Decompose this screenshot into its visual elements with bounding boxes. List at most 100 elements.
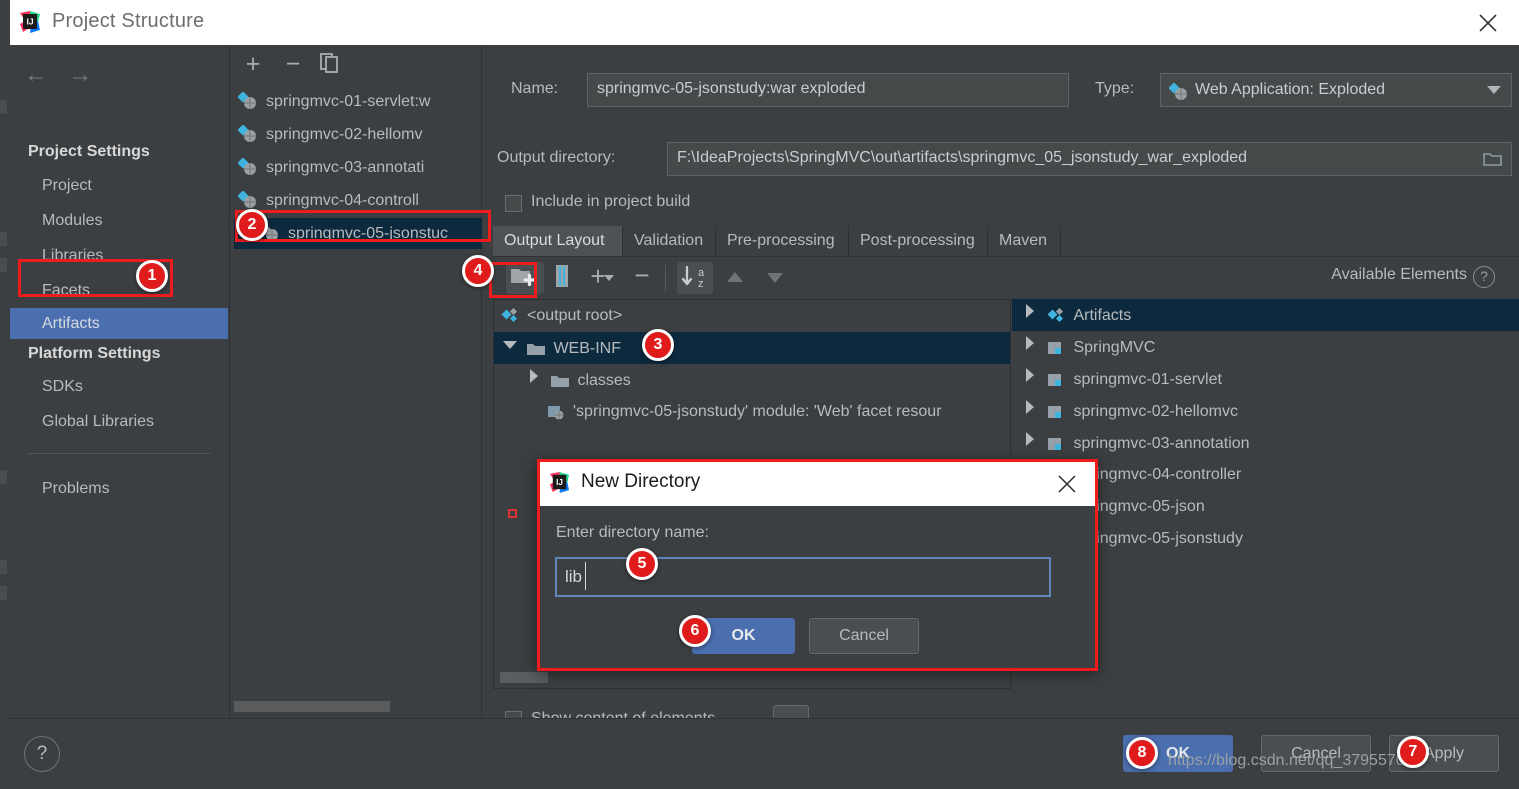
sidebar-item-modules[interactable]: Modules (10, 205, 228, 236)
sidebar-group-platform-settings: Platform Settings (28, 345, 161, 362)
svg-text:IJ: IJ (26, 17, 33, 27)
new-directory-title: New Directory (581, 471, 701, 492)
sidebar-item-facets[interactable]: Facets (10, 275, 228, 306)
svg-text:IJ: IJ (556, 478, 563, 487)
tree-row-output-root[interactable]: <output root> (494, 300, 1010, 332)
sidebar-item-sdks[interactable]: SDKs (10, 371, 228, 402)
artifacts-list-panel: + − springmvc-01-servlet:w springmvc-02-… (229, 45, 482, 718)
artifact-item-label: springmvc-05-jsonstuc (288, 225, 449, 242)
include-in-build-checkbox[interactable] (505, 195, 522, 212)
chevron-right-icon[interactable] (1018, 331, 1042, 363)
forward-arrow-icon[interactable]: → (60, 60, 100, 90)
artifact-type-value: Web Application: Exploded (1195, 81, 1386, 98)
navigation-arrows: ← → (16, 60, 106, 90)
web-artifact-icon (237, 189, 260, 208)
web-facet-icon (546, 400, 566, 432)
tree-row-label: 'springmvc-05-jsonstudy' module: 'Web' f… (573, 403, 942, 420)
sidebar-item-problems[interactable]: Problems (10, 473, 228, 504)
type-label: Type: (1095, 80, 1135, 97)
sidebar-item-project[interactable]: Project (10, 170, 228, 201)
available-row-label: pringmvc-05-json (1082, 498, 1205, 515)
output-layout-toolbar: + − a z Available Elements ? (493, 259, 1519, 299)
move-down-button[interactable] (759, 262, 791, 294)
available-row-label: pringmvc-04-controller (1082, 466, 1242, 483)
add-copy-of-button[interactable]: + (585, 262, 619, 294)
help-icon[interactable]: ? (1473, 266, 1495, 288)
remove-element-button[interactable]: − (627, 262, 657, 294)
tree-row-classes[interactable]: classes (494, 364, 1010, 396)
create-archive-button[interactable] (553, 262, 575, 294)
available-row-label: SpringMVC (1073, 339, 1156, 356)
move-up-button[interactable] (719, 262, 751, 294)
chevron-down-icon (1487, 86, 1501, 94)
available-row-springmvc[interactable]: SpringMVC (1012, 331, 1519, 363)
artifact-item-selected[interactable]: springmvc-05-jsonstuc (234, 218, 482, 249)
remove-artifact-button[interactable]: − (278, 51, 308, 79)
available-row-springmvc-01-servlet[interactable]: springmvc-01-servlet (1012, 363, 1519, 395)
include-in-build-label: Include in project build (531, 193, 691, 210)
chevron-right-icon[interactable] (1018, 427, 1042, 459)
artifact-name-input[interactable]: springmvc-05-jsonstudy:war exploded (587, 73, 1069, 107)
new-directory-titlebar: IJ New Directory (537, 460, 1097, 506)
available-row-label: Artifacts (1073, 307, 1132, 324)
directory-name-input[interactable]: lib (555, 557, 1051, 597)
watermark-text: https://blog.csdn.net/qq_37955704 (1168, 752, 1414, 769)
browse-folder-icon[interactable] (1483, 150, 1503, 171)
dialog-titlebar: IJ Project Structure (10, 0, 1519, 45)
back-arrow-icon[interactable]: ← (16, 60, 56, 90)
chevron-right-icon[interactable] (1018, 299, 1042, 331)
modal-cancel-button[interactable]: Cancel (809, 618, 919, 654)
available-row-label: springmvc-03-annotation (1073, 435, 1250, 452)
tab-validation[interactable]: Validation (623, 226, 716, 256)
sort-by-name-button[interactable]: a z (677, 262, 713, 294)
sidebar-item-artifacts[interactable]: Artifacts (10, 308, 228, 339)
tab-maven[interactable]: Maven (988, 226, 1061, 256)
web-artifact-icon (237, 156, 260, 175)
output-directory-label: Output directory: (497, 149, 616, 166)
available-row-springmvc-03-annotation[interactable]: springmvc-03-annotation (1012, 427, 1519, 459)
intellij-idea-icon: IJ (548, 471, 571, 494)
svg-text:z: z (698, 278, 704, 290)
artifact-item[interactable]: springmvc-04-controll (237, 185, 482, 216)
tree-row-web-inf[interactable]: WEB-INF (494, 332, 1010, 364)
artifacts-horizontal-scrollbar[interactable] (234, 701, 390, 712)
help-button[interactable]: ? (24, 736, 60, 772)
artifact-item[interactable]: springmvc-02-hellomv (237, 119, 482, 150)
add-artifact-button[interactable]: + (238, 51, 268, 79)
available-row-artifacts[interactable]: Artifacts (1012, 299, 1519, 331)
artifacts-toolbar: + − (230, 45, 483, 85)
artifact-type-select[interactable]: Web Application: Exploded (1160, 73, 1512, 107)
close-icon[interactable] (1055, 472, 1079, 496)
web-artifact-icon (259, 222, 282, 241)
tab-post-processing[interactable]: Post-processing (849, 226, 988, 256)
chevron-right-icon[interactable] (1018, 395, 1042, 427)
output-tree-horizontal-scrollbar[interactable] (500, 672, 548, 683)
artifact-item-label: springmvc-03-annotati (266, 159, 425, 176)
tab-output-layout[interactable]: Output Layout (493, 226, 623, 256)
detail-tabs: Output Layout Validation Pre-processing … (493, 226, 1519, 257)
tree-row-label: WEB-INF (553, 340, 621, 357)
artifact-item[interactable]: springmvc-01-servlet:w (237, 86, 482, 117)
sidebar-item-global-libraries[interactable]: Global Libraries (10, 406, 228, 437)
text-caret (585, 562, 586, 590)
artifact-item-label: springmvc-01-servlet:w (266, 93, 431, 110)
close-icon[interactable] (1473, 8, 1503, 38)
sidebar-item-libraries[interactable]: Libraries (10, 240, 228, 271)
chevron-right-icon[interactable] (522, 364, 546, 396)
chevron-down-icon[interactable] (498, 332, 522, 364)
available-elements-title: Available Elements (1331, 266, 1467, 283)
marker-square (508, 509, 517, 518)
output-directory-input[interactable]: F:\IdeaProjects\SpringMVC\out\artifacts\… (667, 142, 1512, 176)
settings-sidebar: ← → Project Settings Project Modules Lib… (10, 45, 228, 718)
create-directory-button[interactable] (506, 262, 544, 294)
artifact-item-label: springmvc-04-controll (266, 192, 419, 209)
copy-artifact-button[interactable] (318, 51, 348, 79)
artifact-item[interactable]: springmvc-03-annotati (237, 152, 482, 183)
tree-row-web-facet-resources[interactable]: 'springmvc-05-jsonstudy' module: 'Web' f… (494, 396, 1010, 428)
web-artifact-icon (237, 123, 260, 142)
chevron-right-icon[interactable] (1018, 363, 1042, 395)
tab-pre-processing[interactable]: Pre-processing (716, 226, 849, 256)
modal-ok-button[interactable]: OK (692, 618, 795, 654)
available-row-label: springmvc-01-servlet (1073, 371, 1222, 388)
available-row-springmvc-02-hellomvc[interactable]: springmvc-02-hellomvc (1012, 395, 1519, 427)
